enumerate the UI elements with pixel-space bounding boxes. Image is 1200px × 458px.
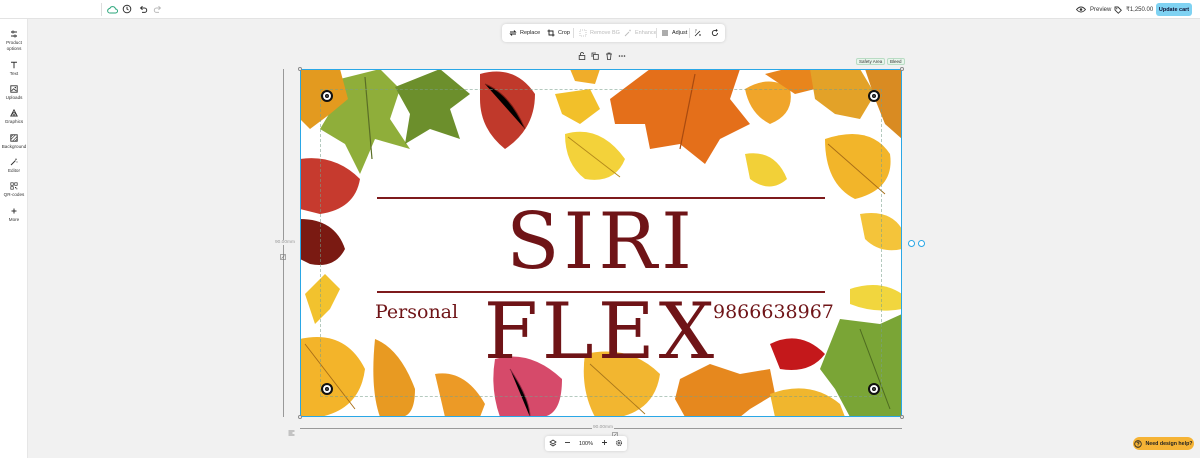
text-icon bbox=[10, 60, 19, 69]
image-toolbar: Replace Crop Remove BG Enhance Adjust bbox=[502, 24, 725, 42]
upload-icon bbox=[10, 84, 19, 93]
toolbar-divider bbox=[656, 28, 657, 38]
horizontal-ruler-label: 90.00mm bbox=[592, 425, 614, 430]
design-canvas[interactable]: SIRI FLEX Personal 9866638967 bbox=[300, 69, 902, 417]
bottom-divider-line bbox=[377, 291, 825, 293]
effects-icon bbox=[694, 29, 701, 37]
background-icon bbox=[10, 133, 19, 142]
more-options-icon[interactable] bbox=[618, 47, 626, 65]
redo-icon[interactable] bbox=[152, 3, 164, 15]
sidebar-item-background[interactable]: Background bbox=[0, 133, 28, 150]
resize-handle[interactable] bbox=[298, 67, 302, 71]
crop-icon bbox=[547, 29, 555, 37]
crop-label: Crop bbox=[558, 30, 570, 36]
magic-wand-icon bbox=[10, 157, 19, 166]
zoom-out-icon[interactable] bbox=[564, 439, 571, 448]
adjust-button[interactable]: Adjust bbox=[661, 27, 687, 39]
sidebar-item-text[interactable]: Text bbox=[0, 60, 28, 77]
toolbar-divider bbox=[689, 28, 690, 38]
design-help-button[interactable]: Need design help? bbox=[1133, 437, 1194, 450]
sidebar-item-qr-codes[interactable]: QR-codes bbox=[0, 181, 28, 198]
sidebar-item-label: Background bbox=[1, 144, 27, 149]
vertical-ruler-label: 90.00mm bbox=[274, 240, 296, 245]
resize-handle[interactable] bbox=[900, 67, 904, 71]
update-cart-button[interactable]: Update cart bbox=[1156, 3, 1192, 16]
move-handle-icon[interactable] bbox=[918, 240, 925, 247]
sparkle-icon bbox=[624, 29, 631, 37]
registration-mark-icon bbox=[321, 383, 333, 395]
settings-gear-icon[interactable] bbox=[615, 439, 623, 449]
help-icon bbox=[1134, 439, 1143, 448]
sidebar-item-more[interactable]: More bbox=[0, 206, 28, 223]
unlock-icon[interactable] bbox=[578, 47, 586, 65]
top-bar: Preview ₹1,250.00 Update cart bbox=[0, 0, 1200, 19]
rotate-handle-icon[interactable] bbox=[908, 240, 915, 247]
sidebar-item-label: Graphics bbox=[4, 119, 24, 124]
enhance-button[interactable]: Enhance bbox=[624, 27, 657, 39]
resize-handle[interactable] bbox=[298, 415, 302, 419]
qr-code-icon bbox=[10, 181, 19, 190]
preview-button[interactable]: Preview bbox=[1076, 2, 1111, 17]
element-action-bar bbox=[575, 50, 629, 62]
sidebar-item-label: Uploads bbox=[5, 95, 23, 100]
sidebar-item-label: More bbox=[8, 217, 20, 222]
eye-icon bbox=[1076, 6, 1086, 13]
sidebar-item-label: Text bbox=[9, 71, 19, 76]
replace-button[interactable]: Replace bbox=[509, 27, 540, 39]
edit-size-icon[interactable] bbox=[280, 247, 286, 265]
align-icon[interactable] bbox=[288, 423, 295, 441]
duplicate-icon[interactable] bbox=[591, 47, 599, 65]
crop-button[interactable]: Crop bbox=[547, 27, 570, 39]
preview-label: Preview bbox=[1090, 6, 1112, 13]
history-icon[interactable] bbox=[121, 3, 133, 15]
rotate-button[interactable] bbox=[711, 27, 719, 39]
subtitle-left[interactable]: Personal bbox=[375, 301, 458, 323]
sidebar-item-uploads[interactable]: Uploads bbox=[0, 84, 28, 101]
zoom-level[interactable]: 100% bbox=[579, 441, 593, 447]
sidebar-item-label: Product options bbox=[6, 40, 22, 51]
plus-icon bbox=[10, 206, 19, 215]
resize-handle[interactable] bbox=[900, 415, 904, 419]
help-label: Need design help? bbox=[1145, 440, 1193, 447]
registration-mark-icon bbox=[868, 90, 880, 102]
sidebar-item-label: Editor bbox=[7, 168, 20, 173]
shapes-icon bbox=[10, 108, 19, 117]
sidebar-item-label: QR-codes bbox=[3, 192, 25, 197]
toolbar-divider bbox=[573, 28, 574, 38]
remove-bg-icon bbox=[579, 29, 587, 37]
remove-bg-button[interactable]: Remove BG bbox=[579, 27, 620, 39]
registration-mark-icon bbox=[321, 90, 333, 102]
zoom-controls: 100% bbox=[545, 436, 627, 451]
sidebar-item-editor[interactable]: Editor bbox=[0, 157, 28, 174]
rotate-icon bbox=[711, 29, 718, 37]
remove-bg-label: Remove BG bbox=[590, 30, 620, 36]
sidebar-item-product-options[interactable]: Product options bbox=[0, 29, 28, 51]
adjust-icon bbox=[662, 30, 668, 36]
sliders-icon bbox=[10, 29, 19, 38]
replace-label: Replace bbox=[520, 30, 541, 36]
adjust-label: Adjust bbox=[672, 30, 688, 36]
enhance-label: Enhance bbox=[635, 30, 657, 36]
sidebar: Product options Text Uploads Graphics Ba… bbox=[0, 19, 28, 458]
cloud-saved-icon[interactable] bbox=[106, 3, 118, 15]
phone-number[interactable]: 9866638967 bbox=[713, 301, 834, 323]
price-tag-icon bbox=[1114, 6, 1122, 14]
top-divider bbox=[101, 3, 102, 16]
layers-icon[interactable] bbox=[549, 439, 557, 449]
undo-icon[interactable] bbox=[137, 3, 149, 15]
trash-icon[interactable] bbox=[605, 47, 613, 65]
registration-mark-icon bbox=[868, 383, 880, 395]
brand-title[interactable]: SIRI FLEX bbox=[376, 197, 826, 377]
price-display: ₹1,250.00 bbox=[1114, 2, 1153, 17]
sidebar-item-graphics[interactable]: Graphics bbox=[0, 108, 28, 125]
price-value: ₹1,250.00 bbox=[1126, 7, 1154, 13]
replace-icon bbox=[509, 30, 517, 36]
bleed-badge[interactable]: Bleed bbox=[887, 58, 905, 65]
safety-area-badge[interactable]: Safety Area bbox=[856, 58, 886, 65]
zoom-in-icon[interactable] bbox=[601, 439, 608, 448]
effects-button[interactable] bbox=[694, 27, 702, 39]
